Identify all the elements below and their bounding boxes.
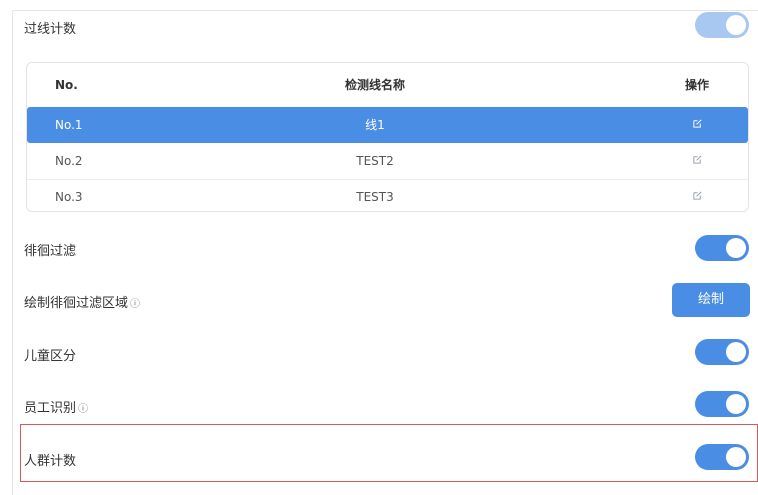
table-row[interactable]: No.2 TEST2 (27, 143, 748, 180)
row-no: No.3 (55, 190, 83, 204)
detection-line-table: No. 检测线名称 操作 No.1 线1 No.2 TEST2 No.3 TES… (26, 62, 749, 212)
header-line-name: 检测线名称 (344, 78, 405, 92)
draw-button[interactable]: 绘制 (672, 283, 750, 317)
toggle-knob (726, 447, 746, 467)
toggle-knob (726, 342, 746, 362)
info-icon[interactable]: ⓘ (78, 404, 88, 415)
row-name: TEST2 (356, 154, 394, 168)
line-count-label: 过线计数 (24, 22, 77, 37)
child-distinguish-label: 儿童区分 (24, 349, 77, 364)
crowd-count-label: 人群计数 (24, 454, 77, 469)
toggle-knob (726, 238, 746, 258)
toggle-knob (726, 15, 746, 35)
draw-loiter-area-label: 绘制徘徊过滤区域 ⓘ (24, 292, 140, 311)
staff-identify-text: 员工识别 (24, 401, 77, 416)
row-name: TEST3 (356, 190, 394, 204)
crowd-count-highlight (20, 424, 758, 482)
header-no: No. (55, 78, 78, 92)
table-header: No. 检测线名称 操作 (27, 67, 748, 103)
crowd-count-toggle[interactable] (695, 444, 749, 470)
row-no: No.2 (55, 154, 83, 168)
table-row[interactable]: No.1 线1 (27, 107, 748, 143)
child-distinguish-toggle[interactable] (695, 339, 749, 365)
edit-icon[interactable] (683, 107, 711, 143)
edit-icon[interactable] (683, 143, 711, 179)
info-icon[interactable]: ⓘ (130, 299, 140, 310)
toggle-knob (726, 394, 746, 414)
edit-icon[interactable] (683, 179, 711, 211)
table-row[interactable]: No.3 TEST3 (27, 179, 748, 211)
loiter-filter-toggle[interactable] (695, 235, 749, 261)
row-no: No.1 (55, 118, 83, 132)
staff-identify-label: 员工识别 ⓘ (24, 397, 88, 416)
loiter-filter-label: 徘徊过滤 (24, 244, 77, 259)
row-name: 线1 (365, 118, 385, 132)
line-count-toggle[interactable] (695, 12, 749, 38)
header-action: 操作 (684, 78, 709, 92)
staff-identify-toggle[interactable] (695, 391, 749, 417)
draw-loiter-area-text: 绘制徘徊过滤区域 (24, 296, 129, 311)
